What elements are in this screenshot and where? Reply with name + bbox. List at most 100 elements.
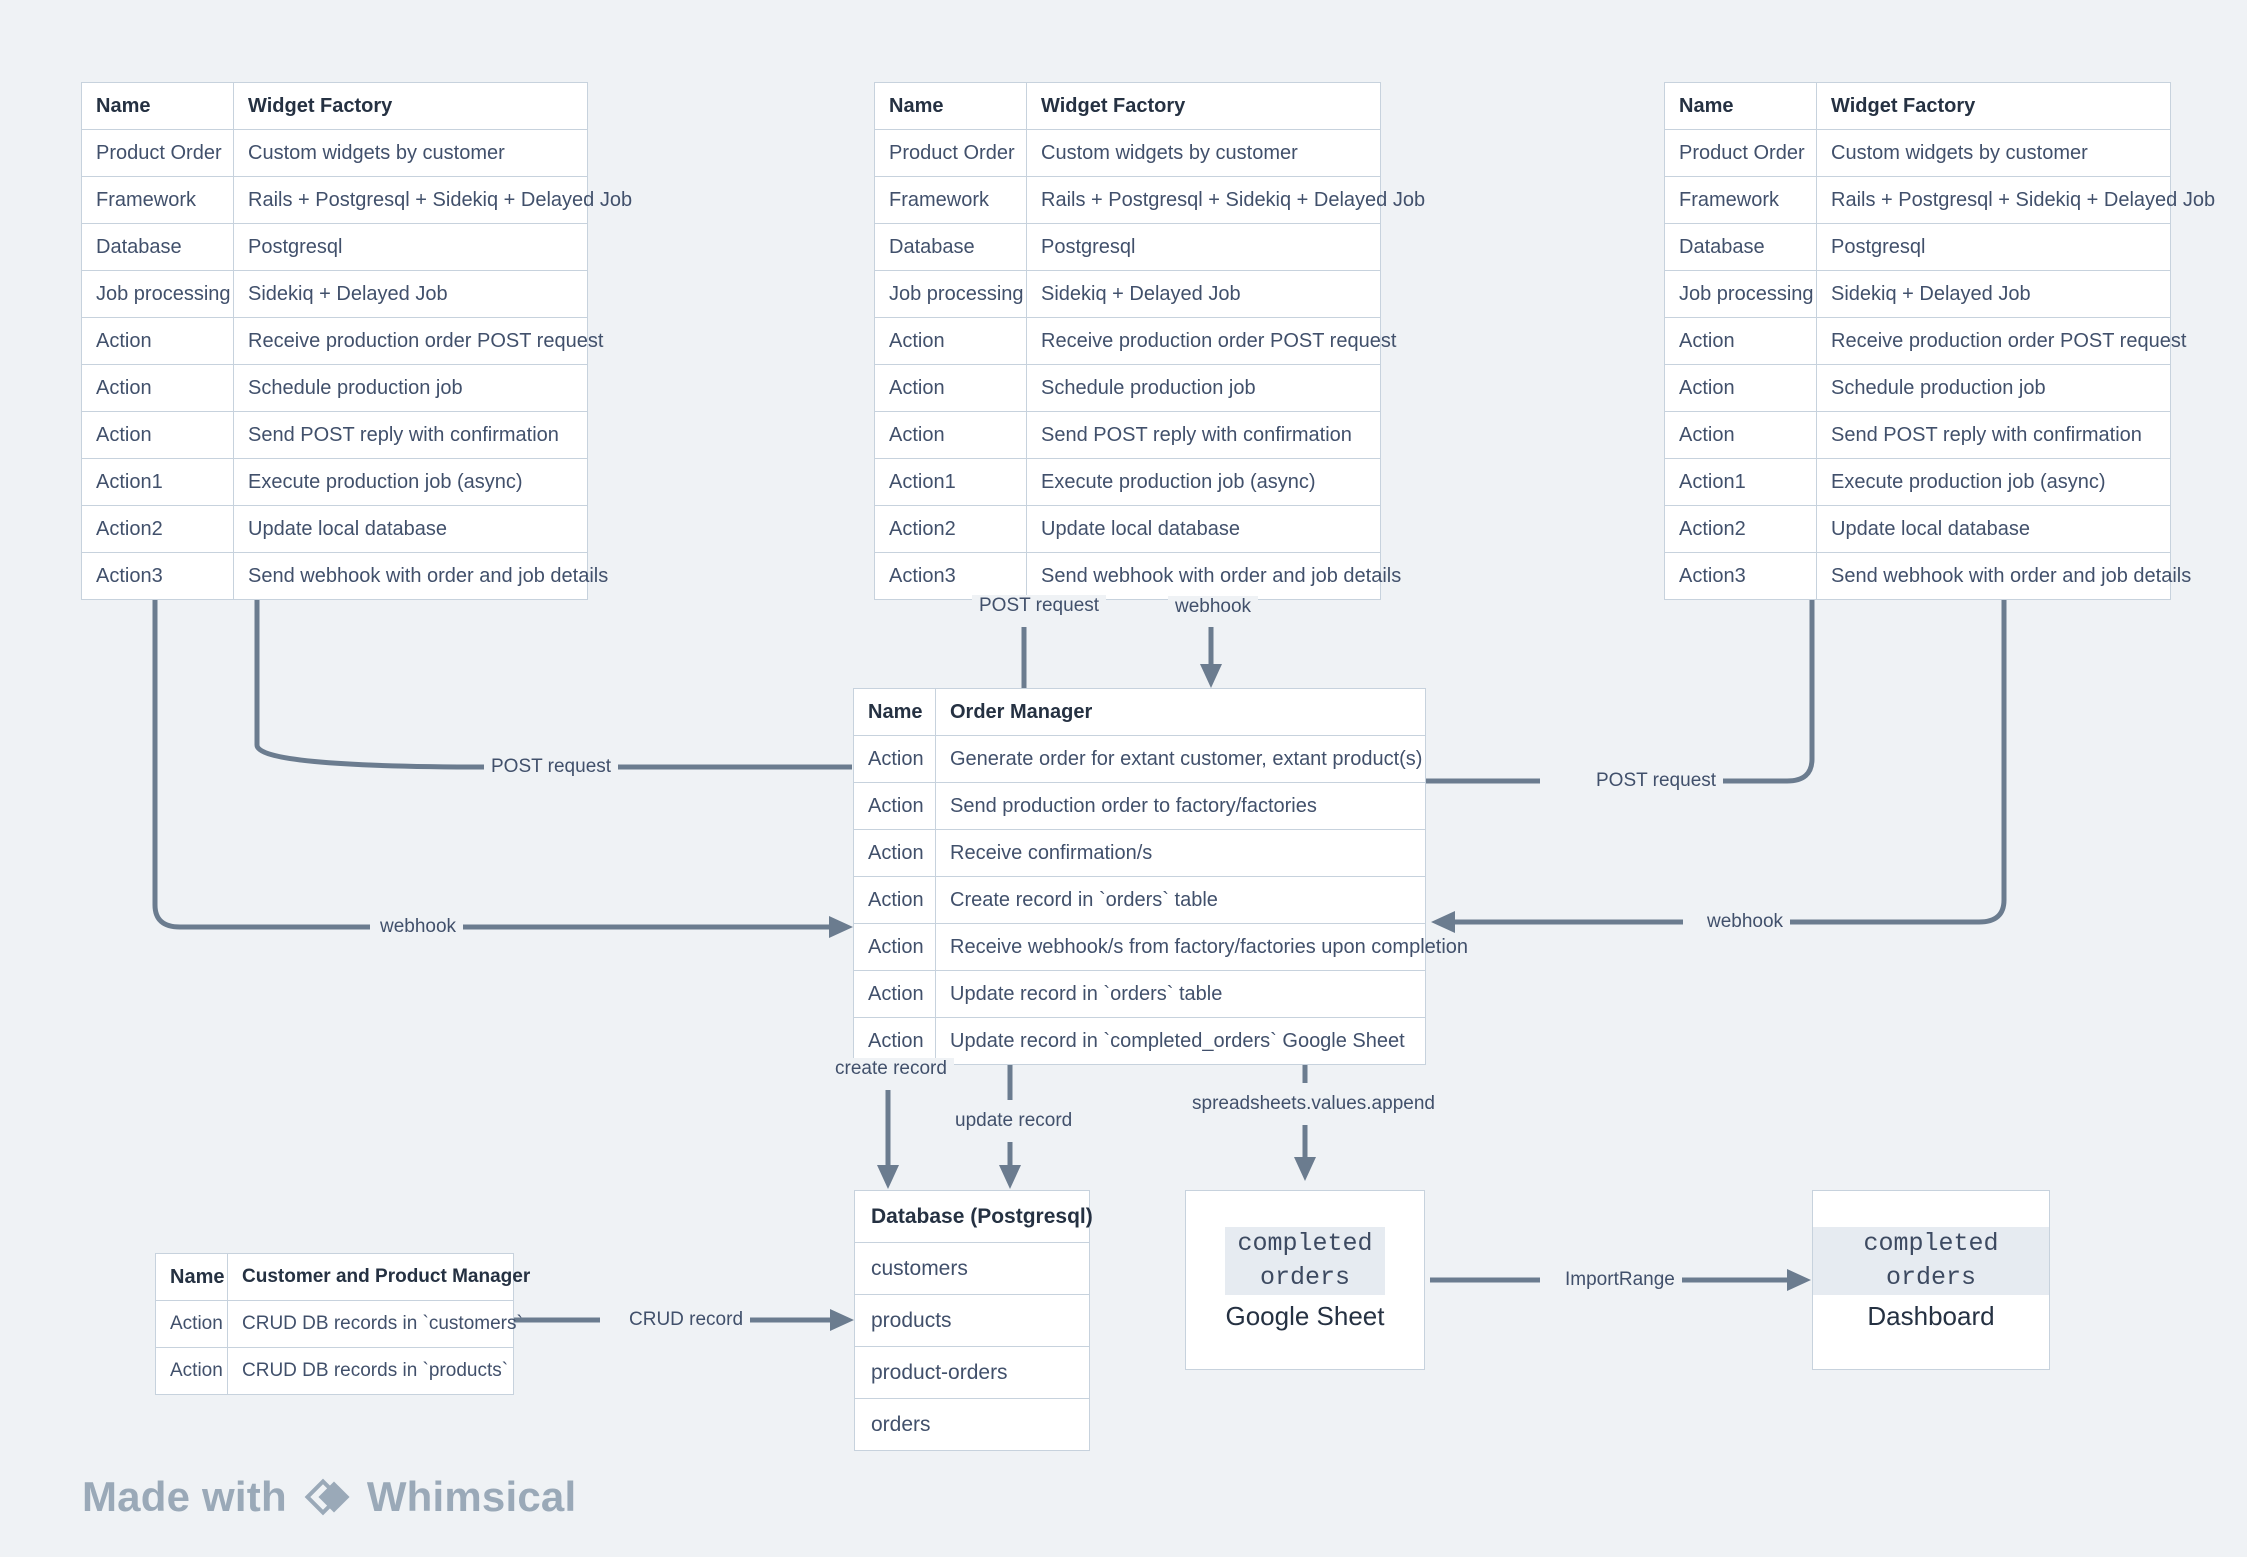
row-value: Custom widgets by customer (1831, 142, 2088, 164)
table-header-row: Name Order Manager (854, 689, 1425, 736)
table-header-row: Name Widget Factory (82, 83, 587, 130)
table-row[interactable]: Product Order Custom widgets by customer (82, 130, 587, 177)
table-row[interactable]: Action Receive production order POST requ… (1665, 318, 2186, 365)
edge-label-crud-record: CRUD record (622, 1309, 751, 1331)
table-row[interactable]: Action Schedule production job (875, 365, 1380, 412)
factory-center-node[interactable]: Name Widget Factory Product Order Custom … (874, 82, 1425, 600)
database-node[interactable]: Database (Postgresql) customers products… (854, 1190, 1093, 1451)
row-value: Receive confirmation/s (950, 842, 1153, 864)
column-header-title: Order Manager (950, 701, 1093, 723)
row-name: Product Order (875, 130, 1027, 176)
row-value: Send webhook with order and job details (248, 565, 609, 587)
edge-label-post-request-right: POST request (1589, 770, 1724, 792)
row-name: Action (1665, 318, 1817, 364)
table-row[interactable]: Action Update record in `orders` table (854, 971, 1425, 1018)
row-name: Action (854, 783, 936, 829)
table-row[interactable]: Job processing Sidekiq + Delayed Job (875, 271, 1380, 318)
row-value: Send webhook with order and job details (1041, 565, 1402, 587)
table-row[interactable]: Action Schedule production job (1665, 365, 2170, 412)
row-value: Rails + Postgresql + Sidekiq + Delayed J… (248, 189, 633, 211)
table-row[interactable]: Job processing Sidekiq + Delayed Job (1665, 271, 2170, 318)
database-table-row[interactable]: customers (855, 1243, 1089, 1295)
row-name: Product Order (82, 130, 234, 176)
database-title: Database (Postgresql) (855, 1191, 1093, 1243)
table-row[interactable]: Action CRUD DB records in `products` (156, 1348, 513, 1394)
row-value: Schedule production job (248, 377, 463, 399)
table-row[interactable]: Action Create record in `orders` table (854, 877, 1425, 924)
table-row[interactable]: Job processing Sidekiq + Delayed Job (82, 271, 587, 318)
table-row[interactable]: Action Generate order for extant customer… (854, 736, 1425, 783)
google-sheet-node[interactable]: completed orders Google Sheet (1185, 1190, 1425, 1370)
table-row[interactable]: Action1 Execute production job (async) (875, 459, 1380, 506)
row-value: Sidekiq + Delayed Job (1041, 283, 1241, 305)
row-value: Rails + Postgresql + Sidekiq + Delayed J… (1831, 189, 2216, 211)
row-value: Custom widgets by customer (248, 142, 505, 164)
table-header-row: Name Widget Factory (1665, 83, 2170, 130)
table-row[interactable]: Action Receive webhook/s from factory/fac… (854, 924, 1468, 971)
row-name: Action (156, 1348, 228, 1394)
database-table-row[interactable]: products (855, 1295, 1089, 1347)
table-row[interactable]: Action3 Send webhook with order and job d… (1665, 553, 2191, 599)
table-row[interactable]: Action Schedule production job (82, 365, 587, 412)
row-value: Receive webhook/s from factory/factories… (950, 936, 1469, 958)
table-row[interactable]: Database Postgresql (1665, 224, 2170, 271)
table-row[interactable]: Action2 Update local database (1665, 506, 2170, 553)
edge-label-update-record: update record (948, 1110, 1080, 1132)
row-value: Update local database (1831, 518, 2031, 540)
row-name: Product Order (1665, 130, 1817, 176)
dashboard-node[interactable]: completed orders Dashboard (1812, 1190, 2050, 1370)
row-value: Postgresql (1041, 236, 1136, 258)
row-name: Action (875, 318, 1027, 364)
table-row[interactable]: Framework Rails + Postgresql + Sidekiq + … (1665, 177, 2215, 224)
table-row[interactable]: Action2 Update local database (82, 506, 587, 553)
diagram-canvas: Name Widget Factory Product Order Custom … (0, 0, 2247, 1557)
table-row[interactable]: Action1 Execute production job (async) (82, 459, 587, 506)
table-row[interactable]: Database Postgresql (875, 224, 1380, 271)
row-value: Sidekiq + Delayed Job (1831, 283, 2031, 305)
table-row[interactable]: Action2 Update local database (875, 506, 1380, 553)
watermark-prefix: Made with (82, 1473, 287, 1520)
row-name: Action2 (1665, 506, 1817, 552)
table-row[interactable]: Action Receive confirmation/s (854, 830, 1425, 877)
row-value: Receive production order POST request (248, 330, 604, 352)
factory-left-node[interactable]: Name Widget Factory Product Order Custom … (81, 82, 632, 600)
dashboard-code-label: completed orders (1813, 1227, 2049, 1295)
database-table-row[interactable]: product-orders (855, 1347, 1089, 1399)
table-row[interactable]: Product Order Custom widgets by customer (875, 130, 1380, 177)
table-row[interactable]: Action3 Send webhook with order and job d… (82, 553, 608, 599)
row-name: Job processing (1665, 271, 1817, 317)
table-row[interactable]: Framework Rails + Postgresql + Sidekiq + … (82, 177, 632, 224)
table-row[interactable]: Action Receive production order POST requ… (82, 318, 603, 365)
database-table-row[interactable]: orders (855, 1399, 1089, 1450)
row-name: Action (875, 412, 1027, 458)
customer-product-manager-node[interactable]: Name Customer and Product Manager Action… (155, 1253, 530, 1395)
table-row[interactable]: Action Send POST reply with confirmation (82, 412, 587, 459)
row-name: Action3 (1665, 553, 1817, 599)
factory-right-node[interactable]: Name Widget Factory Product Order Custom … (1664, 82, 2215, 600)
row-value: Execute production job (async) (1041, 471, 1316, 493)
table-row[interactable]: Action Send POST reply with confirmation (875, 412, 1380, 459)
row-value: Generate order for extant customer, exta… (950, 748, 1423, 770)
row-value: Schedule production job (1041, 377, 1256, 399)
row-name: Database (875, 224, 1027, 270)
table-row[interactable]: Product Order Custom widgets by customer (1665, 130, 2170, 177)
table-row[interactable]: Framework Rails + Postgresql + Sidekiq + … (875, 177, 1425, 224)
row-value: Send POST reply with confirmation (1041, 424, 1352, 446)
table-row[interactable]: Action Send POST reply with confirmation (1665, 412, 2170, 459)
row-value: Schedule production job (1831, 377, 2046, 399)
row-name: Action3 (875, 553, 1027, 599)
row-name: Action3 (82, 553, 234, 599)
table-row[interactable]: Action3 Send webhook with order and job d… (875, 553, 1401, 599)
table-header-row: Name Customer and Product Manager (156, 1254, 530, 1301)
row-value: Postgresql (248, 236, 343, 258)
order-manager-node[interactable]: Name Order Manager Action Generate order … (853, 688, 1468, 1065)
row-name: Job processing (875, 271, 1027, 317)
row-name: Database (82, 224, 234, 270)
table-row[interactable]: Action CRUD DB records in `customers` (156, 1301, 523, 1348)
table-row[interactable]: Database Postgresql (82, 224, 587, 271)
row-value: Sidekiq + Delayed Job (248, 283, 448, 305)
table-row[interactable]: Action Receive production order POST requ… (875, 318, 1396, 365)
table-row[interactable]: Action1 Execute production job (async) (1665, 459, 2170, 506)
row-name: Framework (875, 177, 1027, 223)
table-row[interactable]: Action Send production order to factory/f… (854, 783, 1425, 830)
